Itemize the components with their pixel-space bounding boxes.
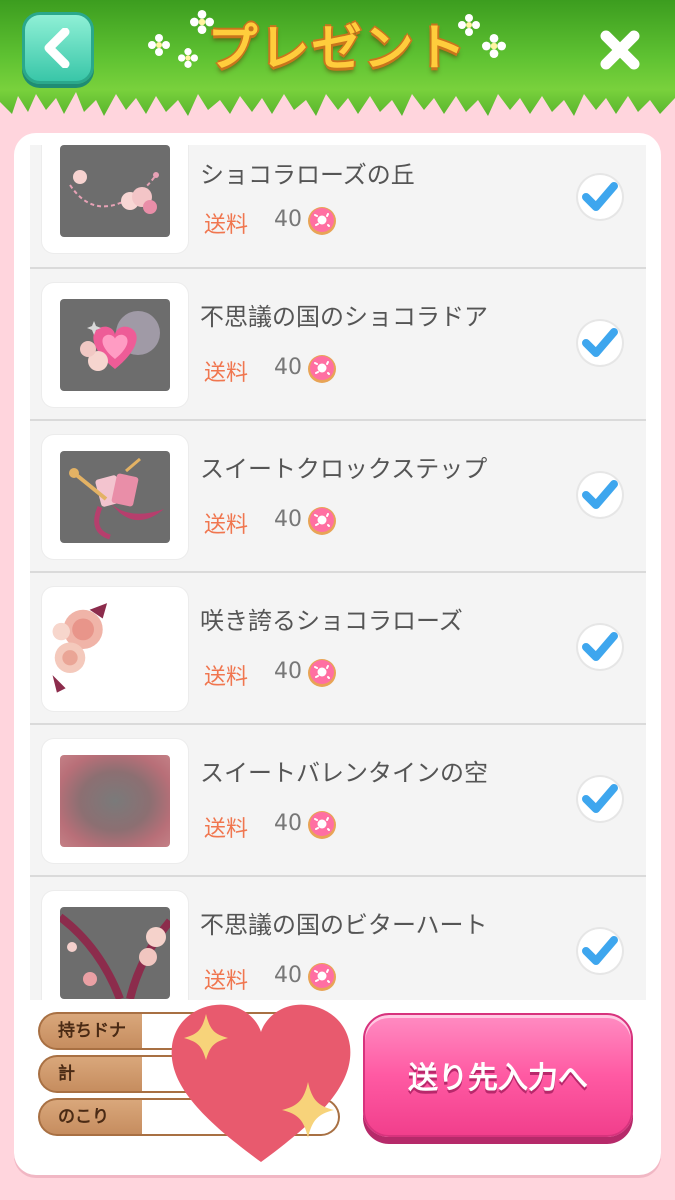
donut-icon — [308, 963, 336, 991]
checkmark-icon — [582, 936, 618, 965]
item-checkbox[interactable] — [578, 321, 622, 365]
shipping-fee-value: 40 — [274, 355, 302, 380]
shipping-fee-value: 40 — [274, 659, 302, 684]
donut-icon — [308, 355, 336, 383]
item-name: ショコラローズの丘 — [200, 161, 415, 189]
item-thumbnail-card — [42, 739, 188, 863]
item-thumbnail — [46, 598, 166, 700]
close-button[interactable] — [594, 24, 646, 76]
shipping-fee-label: 送料 — [204, 513, 249, 538]
shipping-fee-label: 送料 — [204, 817, 249, 842]
item-thumbnail — [60, 755, 170, 847]
shipping-fee-label: 送料 — [204, 665, 249, 690]
grass-decoration — [0, 92, 675, 128]
remaining-label: のこり — [38, 1098, 146, 1136]
item-checkbox[interactable] — [578, 473, 622, 517]
owned-donuts-label: 持ちドナ — [38, 1012, 146, 1050]
item-name: スイートクロックステップ — [200, 455, 488, 483]
item-thumbnail — [60, 299, 170, 391]
checkmark-icon — [582, 784, 618, 813]
shipping-fee-value: 40 — [274, 811, 302, 836]
item-thumbnail-card — [42, 283, 188, 407]
list-item[interactable]: 咲き誇るショコラローズ 送料 40 — [30, 573, 646, 725]
item-list[interactable]: ショコラローズの丘 送料 40 不思議の国のショコラドア 送料 40 スイートク… — [30, 145, 646, 1000]
donut-icon — [308, 207, 336, 235]
item-name: スイートバレンタインの空 — [200, 759, 488, 787]
list-item[interactable]: 不思議の国のビターハート 送料 40 — [30, 877, 646, 1000]
item-name: 不思議の国のショコラドア — [200, 303, 488, 331]
item-name: 咲き誇るショコラローズ — [200, 607, 463, 635]
checkmark-icon — [582, 632, 618, 661]
item-thumbnail-card — [42, 891, 188, 1000]
item-thumbnail — [60, 907, 170, 999]
close-icon — [600, 30, 640, 70]
list-item[interactable]: 不思議の国のショコラドア 送料 40 — [30, 269, 646, 421]
checkmark-icon — [582, 182, 618, 211]
total-label: 計 — [38, 1055, 146, 1093]
heart-sticker-icon — [171, 1004, 351, 1162]
header-bar: プレゼント — [0, 0, 675, 128]
shipping-fee-value: 40 — [274, 207, 302, 232]
item-thumbnail — [60, 451, 170, 543]
page-title: プレゼント — [207, 19, 468, 77]
item-checkbox[interactable] — [578, 929, 622, 973]
donut-icon — [308, 659, 336, 687]
shipping-fee-label: 送料 — [204, 969, 249, 994]
donut-icon — [308, 811, 336, 839]
shipping-fee-label: 送料 — [204, 361, 249, 386]
checkmark-icon — [582, 328, 618, 357]
go-to-address-input-button[interactable]: 送り先入力へ — [363, 1013, 633, 1137]
item-thumbnail — [60, 145, 170, 237]
item-thumbnail-card — [42, 145, 188, 253]
item-checkbox[interactable] — [578, 625, 622, 669]
list-item[interactable]: スイートバレンタインの空 送料 40 — [30, 725, 646, 877]
shipping-fee-label: 送料 — [204, 213, 249, 238]
item-thumbnail-card — [42, 587, 188, 711]
item-checkbox[interactable] — [578, 175, 622, 219]
checkmark-icon — [582, 480, 618, 509]
item-name: 不思議の国のビターハート — [200, 911, 488, 939]
shipping-fee-value: 40 — [274, 963, 302, 988]
list-item[interactable]: スイートクロックステップ 送料 40 — [30, 421, 646, 573]
list-item[interactable]: ショコラローズの丘 送料 40 — [30, 145, 646, 269]
item-thumbnail-card — [42, 435, 188, 559]
donut-icon — [308, 507, 336, 535]
item-checkbox[interactable] — [578, 777, 622, 821]
shipping-fee-value: 40 — [274, 507, 302, 532]
